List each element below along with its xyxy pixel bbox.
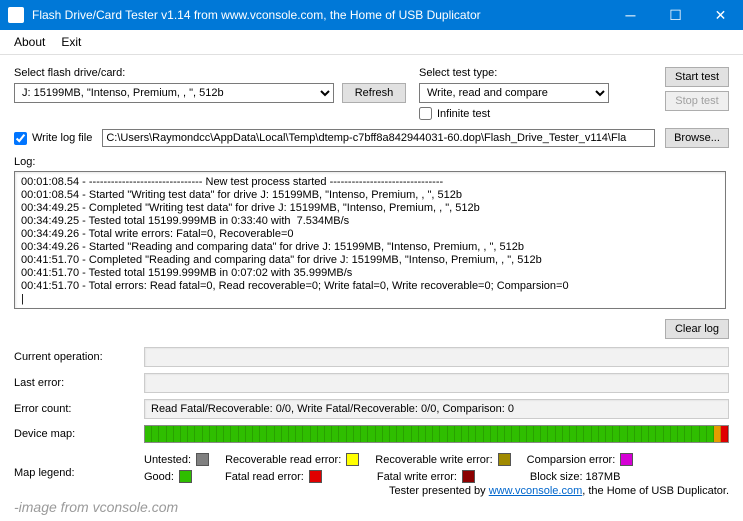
app-icon [8, 7, 24, 23]
swatch-fatal-write [462, 470, 475, 483]
swatch-comparison [620, 453, 633, 466]
titlebar: Flash Drive/Card Tester v1.14 from www.v… [0, 0, 743, 30]
select-test-label: Select test type: [419, 67, 614, 79]
map-legend-label: Map legend: [14, 467, 144, 479]
error-count-label: Error count: [14, 403, 144, 415]
swatch-good [179, 470, 192, 483]
start-test-button[interactable]: Start test [665, 67, 729, 87]
minimize-button[interactable]: ─ [608, 0, 653, 30]
swatch-fatal-read [309, 470, 322, 483]
swatch-rec-read [346, 453, 359, 466]
window-title: Flash Drive/Card Tester v1.14 from www.v… [32, 8, 608, 22]
log-path-input[interactable] [102, 129, 655, 147]
refresh-button[interactable]: Refresh [342, 83, 406, 103]
map-legend: Untested: Recoverable read error: Recove… [144, 453, 729, 466]
footer-note: Tester presented by www.vconsole.com, th… [144, 485, 729, 497]
map-legend-row2: Good: Fatal read error: Fatal write erro… [144, 470, 729, 483]
browse-button[interactable]: Browse... [665, 128, 729, 148]
last-error-value [144, 373, 729, 393]
drive-select[interactable]: J: 15199MB, "Intenso, Premium, , ", 512b [14, 83, 334, 103]
current-op-value [144, 347, 729, 367]
device-map-label: Device map: [14, 428, 144, 440]
maximize-button[interactable]: ☐ [653, 0, 698, 30]
watermark-text: -image from vconsole.com [14, 499, 729, 515]
menu-exit[interactable]: Exit [53, 32, 89, 52]
current-op-label: Current operation: [14, 351, 144, 363]
swatch-untested [196, 453, 209, 466]
error-count-value: Read Fatal/Recoverable: 0/0, Write Fatal… [144, 399, 729, 419]
menubar: About Exit [0, 30, 743, 55]
block-size-text: Block size: 187MB [530, 471, 620, 483]
test-type-select[interactable]: Write, read and compare [419, 83, 609, 103]
device-map [144, 425, 729, 443]
infinite-test-checkbox[interactable]: Infinite test [419, 107, 614, 120]
log-textarea[interactable]: 00:01:08.54 - --------------------------… [14, 171, 726, 309]
select-drive-label: Select flash drive/card: [14, 67, 409, 79]
write-log-checkbox[interactable]: Write log file [14, 132, 92, 145]
footer-link[interactable]: www.vconsole.com [489, 485, 583, 497]
stop-test-button: Stop test [665, 91, 729, 111]
log-label: Log: [14, 156, 729, 168]
last-error-label: Last error: [14, 377, 144, 389]
write-log-checkbox-input[interactable] [14, 132, 27, 145]
clear-log-button[interactable]: Clear log [665, 319, 729, 339]
infinite-checkbox-input[interactable] [419, 107, 432, 120]
swatch-rec-write [498, 453, 511, 466]
menu-about[interactable]: About [6, 32, 53, 52]
close-button[interactable]: ✕ [698, 0, 743, 30]
